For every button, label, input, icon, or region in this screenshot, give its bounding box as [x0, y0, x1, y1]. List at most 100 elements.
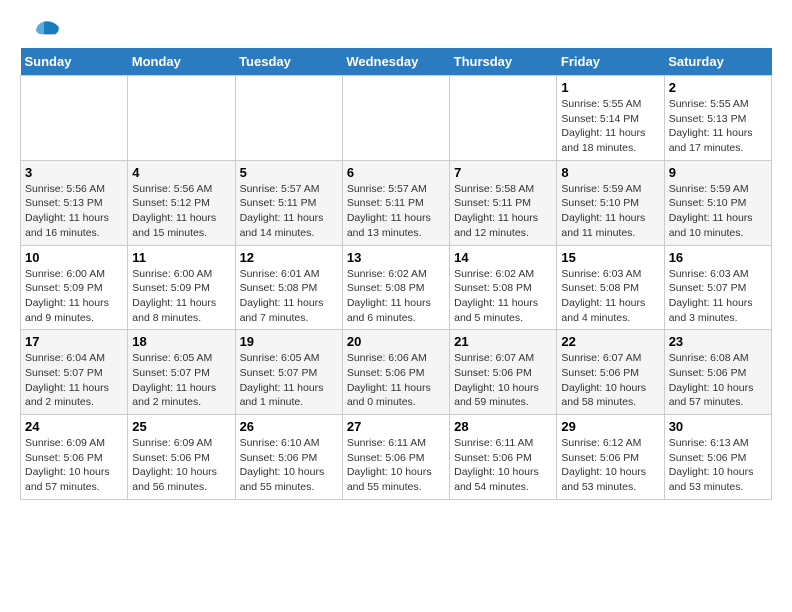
day-number: 1: [561, 80, 659, 95]
day-info: Sunrise: 6:06 AMSunset: 5:06 PMDaylight:…: [347, 351, 445, 410]
day-info: Sunrise: 6:05 AMSunset: 5:07 PMDaylight:…: [240, 351, 338, 410]
day-number: 30: [669, 419, 767, 434]
day-number: 12: [240, 250, 338, 265]
day-number: 26: [240, 419, 338, 434]
day-info: Sunrise: 6:00 AMSunset: 5:09 PMDaylight:…: [25, 267, 123, 326]
calendar-week-row: 24 Sunrise: 6:09 AMSunset: 5:06 PMDayligh…: [21, 415, 772, 500]
day-number: 13: [347, 250, 445, 265]
weekday-header-sunday: Sunday: [21, 48, 128, 76]
calendar-cell: 17 Sunrise: 6:04 AMSunset: 5:07 PMDayligh…: [21, 330, 128, 415]
calendar-cell: 7Sunrise: 5:58 AMSunset: 5:11 PMDaylight…: [450, 160, 557, 245]
calendar-cell: 2 Sunrise: 5:55 AMSunset: 5:13 PMDaylight…: [664, 76, 771, 161]
day-info: Sunrise: 6:11 AMSunset: 5:06 PMDaylight:…: [454, 436, 552, 495]
day-info: Sunrise: 6:09 AMSunset: 5:06 PMDaylight:…: [132, 436, 230, 495]
calendar-cell: 24 Sunrise: 6:09 AMSunset: 5:06 PMDayligh…: [21, 415, 128, 500]
calendar-cell: 15 Sunrise: 6:03 AMSunset: 5:08 PMDayligh…: [557, 245, 664, 330]
day-number: 24: [25, 419, 123, 434]
day-info: Sunrise: 6:04 AMSunset: 5:07 PMDaylight:…: [25, 351, 123, 410]
day-number: 21: [454, 334, 552, 349]
day-number: 23: [669, 334, 767, 349]
calendar-cell: 27 Sunrise: 6:11 AMSunset: 5:06 PMDayligh…: [342, 415, 449, 500]
calendar-cell: 23 Sunrise: 6:08 AMSunset: 5:06 PMDayligh…: [664, 330, 771, 415]
calendar-cell: 5 Sunrise: 5:57 AMSunset: 5:11 PMDaylight…: [235, 160, 342, 245]
day-number: 6: [347, 165, 445, 180]
day-number: 29: [561, 419, 659, 434]
weekday-header-wednesday: Wednesday: [342, 48, 449, 76]
day-number: 27: [347, 419, 445, 434]
day-number: 20: [347, 334, 445, 349]
weekday-header-tuesday: Tuesday: [235, 48, 342, 76]
day-info: Sunrise: 5:55 AMSunset: 5:13 PMDaylight:…: [669, 97, 767, 156]
day-number: 25: [132, 419, 230, 434]
day-info: Sunrise: 6:00 AMSunset: 5:09 PMDaylight:…: [132, 267, 230, 326]
day-info: Sunrise: 5:56 AMSunset: 5:12 PMDaylight:…: [132, 182, 230, 241]
calendar-cell: 25 Sunrise: 6:09 AMSunset: 5:06 PMDayligh…: [128, 415, 235, 500]
calendar-cell: 26 Sunrise: 6:10 AMSunset: 5:06 PMDayligh…: [235, 415, 342, 500]
calendar-cell: 1Sunrise: 5:55 AMSunset: 5:14 PMDaylight…: [557, 76, 664, 161]
calendar-cell: 30 Sunrise: 6:13 AMSunset: 5:06 PMDayligh…: [664, 415, 771, 500]
day-info: Sunrise: 6:12 AMSunset: 5:06 PMDaylight:…: [561, 436, 659, 495]
day-number: 9: [669, 165, 767, 180]
day-info: Sunrise: 6:05 AMSunset: 5:07 PMDaylight:…: [132, 351, 230, 410]
day-info: Sunrise: 6:13 AMSunset: 5:06 PMDaylight:…: [669, 436, 767, 495]
day-info: Sunrise: 6:02 AMSunset: 5:08 PMDaylight:…: [454, 267, 552, 326]
calendar-cell: 18 Sunrise: 6:05 AMSunset: 5:07 PMDayligh…: [128, 330, 235, 415]
calendar-cell: [450, 76, 557, 161]
calendar-cell: 29 Sunrise: 6:12 AMSunset: 5:06 PMDayligh…: [557, 415, 664, 500]
calendar-cell: 16 Sunrise: 6:03 AMSunset: 5:07 PMDayligh…: [664, 245, 771, 330]
day-info: Sunrise: 6:11 AMSunset: 5:06 PMDaylight:…: [347, 436, 445, 495]
day-number: 11: [132, 250, 230, 265]
day-number: 16: [669, 250, 767, 265]
day-number: 5: [240, 165, 338, 180]
day-number: 10: [25, 250, 123, 265]
calendar-cell: 10 Sunrise: 6:00 AMSunset: 5:09 PMDayligh…: [21, 245, 128, 330]
day-number: 3: [25, 165, 123, 180]
calendar-cell: 14 Sunrise: 6:02 AMSunset: 5:08 PMDayligh…: [450, 245, 557, 330]
day-number: 17: [25, 334, 123, 349]
day-number: 14: [454, 250, 552, 265]
calendar-cell: [342, 76, 449, 161]
weekday-header-saturday: Saturday: [664, 48, 771, 76]
day-info: Sunrise: 6:08 AMSunset: 5:06 PMDaylight:…: [669, 351, 767, 410]
weekday-header-monday: Monday: [128, 48, 235, 76]
calendar-cell: 22Sunrise: 6:07 AMSunset: 5:06 PMDayligh…: [557, 330, 664, 415]
day-info: Sunrise: 6:10 AMSunset: 5:06 PMDaylight:…: [240, 436, 338, 495]
day-info: Sunrise: 6:03 AMSunset: 5:08 PMDaylight:…: [561, 267, 659, 326]
calendar-week-row: 17 Sunrise: 6:04 AMSunset: 5:07 PMDayligh…: [21, 330, 772, 415]
calendar-cell: 19Sunrise: 6:05 AMSunset: 5:07 PMDayligh…: [235, 330, 342, 415]
day-info: Sunrise: 5:57 AMSunset: 5:11 PMDaylight:…: [240, 182, 338, 241]
logo: [20, 20, 60, 38]
day-number: 8: [561, 165, 659, 180]
day-number: 22: [561, 334, 659, 349]
calendar-cell: [128, 76, 235, 161]
day-number: 18: [132, 334, 230, 349]
logo-icon: [20, 20, 60, 36]
day-info: Sunrise: 5:59 AMSunset: 5:10 PMDaylight:…: [561, 182, 659, 241]
day-number: 15: [561, 250, 659, 265]
calendar-cell: 9 Sunrise: 5:59 AMSunset: 5:10 PMDaylight…: [664, 160, 771, 245]
calendar-cell: 21Sunrise: 6:07 AMSunset: 5:06 PMDayligh…: [450, 330, 557, 415]
day-info: Sunrise: 6:03 AMSunset: 5:07 PMDaylight:…: [669, 267, 767, 326]
day-info: Sunrise: 5:58 AMSunset: 5:11 PMDaylight:…: [454, 182, 552, 241]
calendar-cell: [235, 76, 342, 161]
day-number: 28: [454, 419, 552, 434]
day-number: 2: [669, 80, 767, 95]
calendar-week-row: 1Sunrise: 5:55 AMSunset: 5:14 PMDaylight…: [21, 76, 772, 161]
calendar-week-row: 3Sunrise: 5:56 AMSunset: 5:13 PMDaylight…: [21, 160, 772, 245]
calendar-cell: 11 Sunrise: 6:00 AMSunset: 5:09 PMDayligh…: [128, 245, 235, 330]
page-header: [20, 20, 772, 38]
calendar-cell: 12 Sunrise: 6:01 AMSunset: 5:08 PMDayligh…: [235, 245, 342, 330]
weekday-header-row: SundayMondayTuesdayWednesdayThursdayFrid…: [21, 48, 772, 76]
day-info: Sunrise: 6:02 AMSunset: 5:08 PMDaylight:…: [347, 267, 445, 326]
calendar-cell: 28 Sunrise: 6:11 AMSunset: 5:06 PMDayligh…: [450, 415, 557, 500]
calendar-cell: 3Sunrise: 5:56 AMSunset: 5:13 PMDaylight…: [21, 160, 128, 245]
day-number: 4: [132, 165, 230, 180]
calendar-table: SundayMondayTuesdayWednesdayThursdayFrid…: [20, 48, 772, 500]
calendar-cell: 6Sunrise: 5:57 AMSunset: 5:11 PMDaylight…: [342, 160, 449, 245]
day-info: Sunrise: 6:09 AMSunset: 5:06 PMDaylight:…: [25, 436, 123, 495]
calendar-cell: 20 Sunrise: 6:06 AMSunset: 5:06 PMDayligh…: [342, 330, 449, 415]
calendar-cell: 13 Sunrise: 6:02 AMSunset: 5:08 PMDayligh…: [342, 245, 449, 330]
calendar-cell: 8 Sunrise: 5:59 AMSunset: 5:10 PMDaylight…: [557, 160, 664, 245]
day-info: Sunrise: 6:01 AMSunset: 5:08 PMDaylight:…: [240, 267, 338, 326]
day-info: Sunrise: 5:59 AMSunset: 5:10 PMDaylight:…: [669, 182, 767, 241]
